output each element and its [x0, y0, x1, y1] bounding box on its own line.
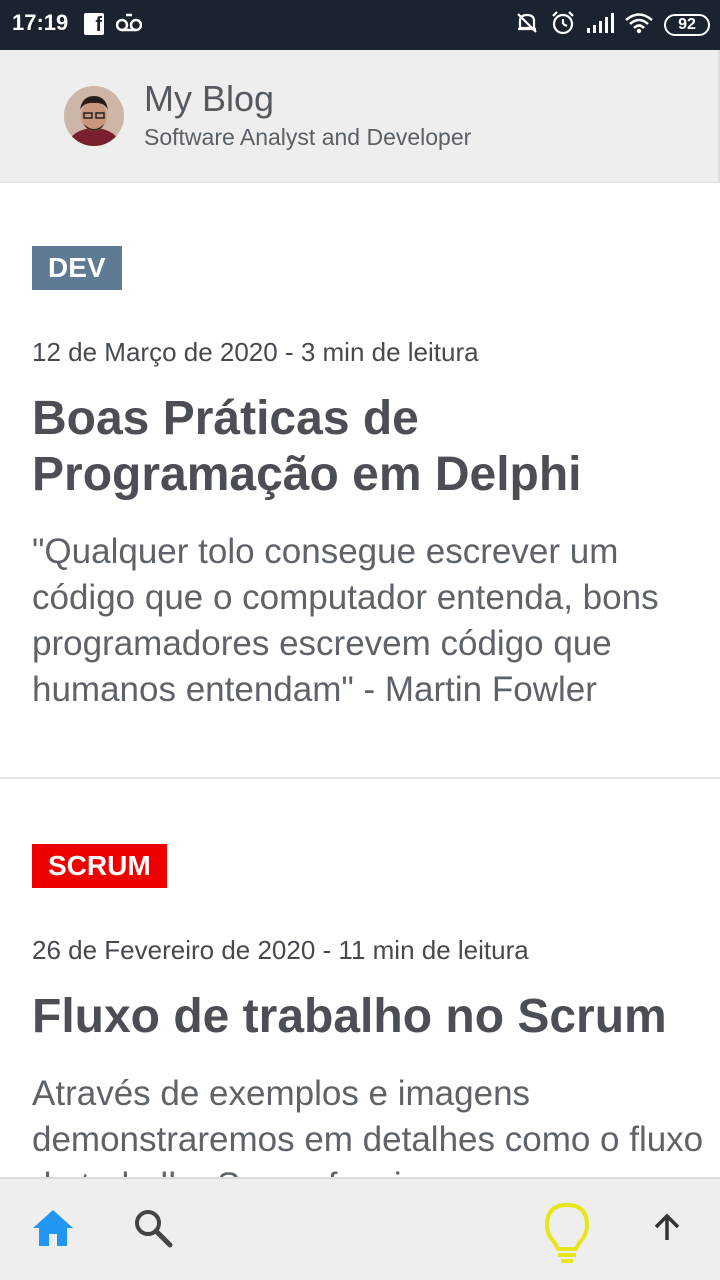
blog-title[interactable]: My Blog	[144, 78, 274, 120]
search-button[interactable]	[128, 1203, 178, 1253]
post-meta: 26 de Fevereiro de 2020 - 11 min de leit…	[32, 935, 529, 965]
wifi-icon	[624, 12, 654, 38]
voicemail-icon	[115, 12, 143, 34]
scroll-top-button[interactable]	[642, 1203, 692, 1253]
facebook-icon: f	[84, 13, 104, 36]
post-title[interactable]: Boas Práticas de Programação em Delphi	[32, 391, 692, 503]
home-icon	[33, 1210, 73, 1246]
silent-bell-icon	[514, 10, 540, 40]
battery-icon: 92	[664, 14, 710, 36]
app-header: My Blog Software Analyst and Developer	[0, 50, 720, 183]
alarm-icon	[550, 10, 576, 40]
bottom-nav	[0, 1177, 720, 1280]
status-time: 17:19	[12, 10, 69, 35]
post-meta: 12 de Março de 2020 - 3 min de leitura	[32, 337, 479, 367]
blog-subtitle: Software Analyst and Developer	[144, 124, 472, 150]
post-divider	[0, 777, 720, 779]
avatar[interactable]	[64, 86, 124, 146]
tag-badge[interactable]: SCRUM	[32, 844, 167, 888]
signal-icon	[586, 12, 614, 38]
post-title[interactable]: Fluxo de trabalho no Scrum	[32, 989, 692, 1045]
search-icon	[135, 1210, 173, 1248]
lightbulb-icon	[544, 1202, 590, 1263]
tag-badge[interactable]: DEV	[32, 246, 122, 290]
arrow-up-icon	[654, 1213, 680, 1240]
status-bar: 17:19 f 92	[0, 0, 720, 50]
home-button[interactable]	[28, 1203, 78, 1253]
post-excerpt: Através de exemplos e imagens demonstrar…	[32, 1074, 704, 1177]
post-excerpt: "Qualquer tolo consegue escrever um códi…	[32, 532, 659, 709]
theme-toggle-button[interactable]	[542, 1201, 592, 1267]
post-list: DEV 12 de Março de 2020 - 3 min de leitu…	[0, 183, 720, 1177]
